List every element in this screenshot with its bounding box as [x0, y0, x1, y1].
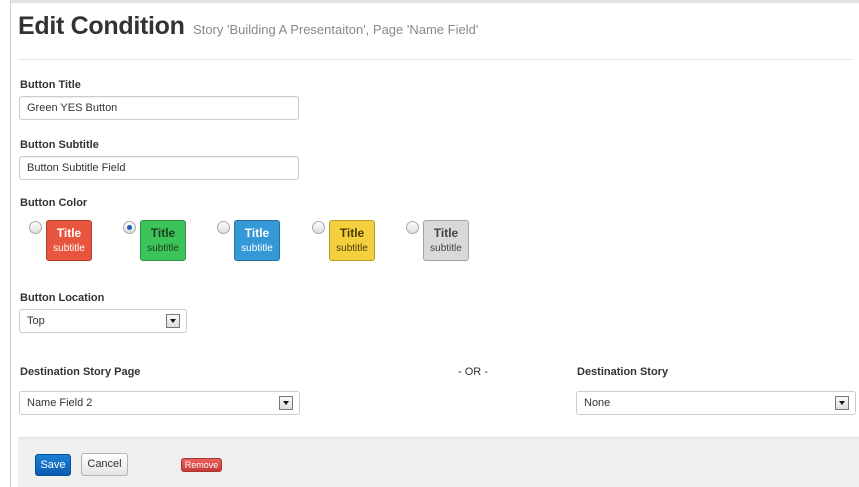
swatch-subtitle: subtitle [53, 243, 85, 254]
swatch-subtitle: subtitle [147, 243, 179, 254]
window-top-border [10, 0, 859, 3]
button-location-select[interactable]: Top [19, 309, 187, 333]
color-radio-yellow[interactable] [312, 221, 325, 234]
or-separator: - OR - [458, 366, 488, 378]
swatch-title: Title [150, 226, 176, 240]
chevron-down-icon[interactable] [166, 314, 180, 328]
swatch-title: Title [339, 226, 365, 240]
color-swatch-blue[interactable]: Title subtitle [234, 220, 280, 261]
form-actions-bar [18, 437, 859, 487]
swatch-title: Title [433, 226, 459, 240]
button-subtitle-input[interactable] [19, 156, 299, 180]
destination-story-label: Destination Story [577, 366, 669, 378]
page-header: Edit Condition Story 'Building A Present… [18, 12, 853, 60]
button-location-value: Top [27, 315, 45, 327]
page-title: Edit Condition [18, 12, 185, 40]
color-swatch-gray[interactable]: Title subtitle [423, 220, 469, 261]
swatch-subtitle: subtitle [241, 243, 273, 254]
button-title-input[interactable] [19, 96, 299, 120]
cancel-button[interactable]: Cancel [81, 453, 128, 476]
page-subtitle: Story 'Building A Presentaiton', Page 'N… [193, 22, 479, 37]
color-swatch-red[interactable]: Title subtitle [46, 220, 92, 261]
swatch-subtitle: subtitle [430, 243, 462, 254]
window-left-border [10, 0, 11, 487]
color-radio-green[interactable] [123, 221, 136, 234]
chevron-down-icon[interactable] [279, 396, 293, 410]
color-radio-red[interactable] [29, 221, 42, 234]
swatch-subtitle: subtitle [336, 243, 368, 254]
swatch-title: Title [56, 226, 82, 240]
button-color-label: Button Color [20, 197, 88, 209]
color-radio-blue[interactable] [217, 221, 230, 234]
button-location-label: Button Location [20, 292, 105, 304]
color-radio-gray[interactable] [406, 221, 419, 234]
color-swatch-yellow[interactable]: Title subtitle [329, 220, 375, 261]
destination-page-value: Name Field 2 [27, 397, 93, 409]
color-swatch-green[interactable]: Title subtitle [140, 220, 186, 261]
remove-button[interactable]: Remove [181, 458, 222, 472]
button-subtitle-label: Button Subtitle [20, 139, 99, 151]
save-button[interactable]: Save [35, 454, 71, 476]
swatch-title: Title [244, 226, 270, 240]
destination-page-label: Destination Story Page [20, 366, 141, 378]
destination-story-select[interactable]: None [576, 391, 856, 415]
chevron-down-icon[interactable] [835, 396, 849, 410]
destination-page-select[interactable]: Name Field 2 [19, 391, 300, 415]
destination-story-value: None [584, 397, 611, 409]
button-title-label: Button Title [20, 79, 81, 91]
